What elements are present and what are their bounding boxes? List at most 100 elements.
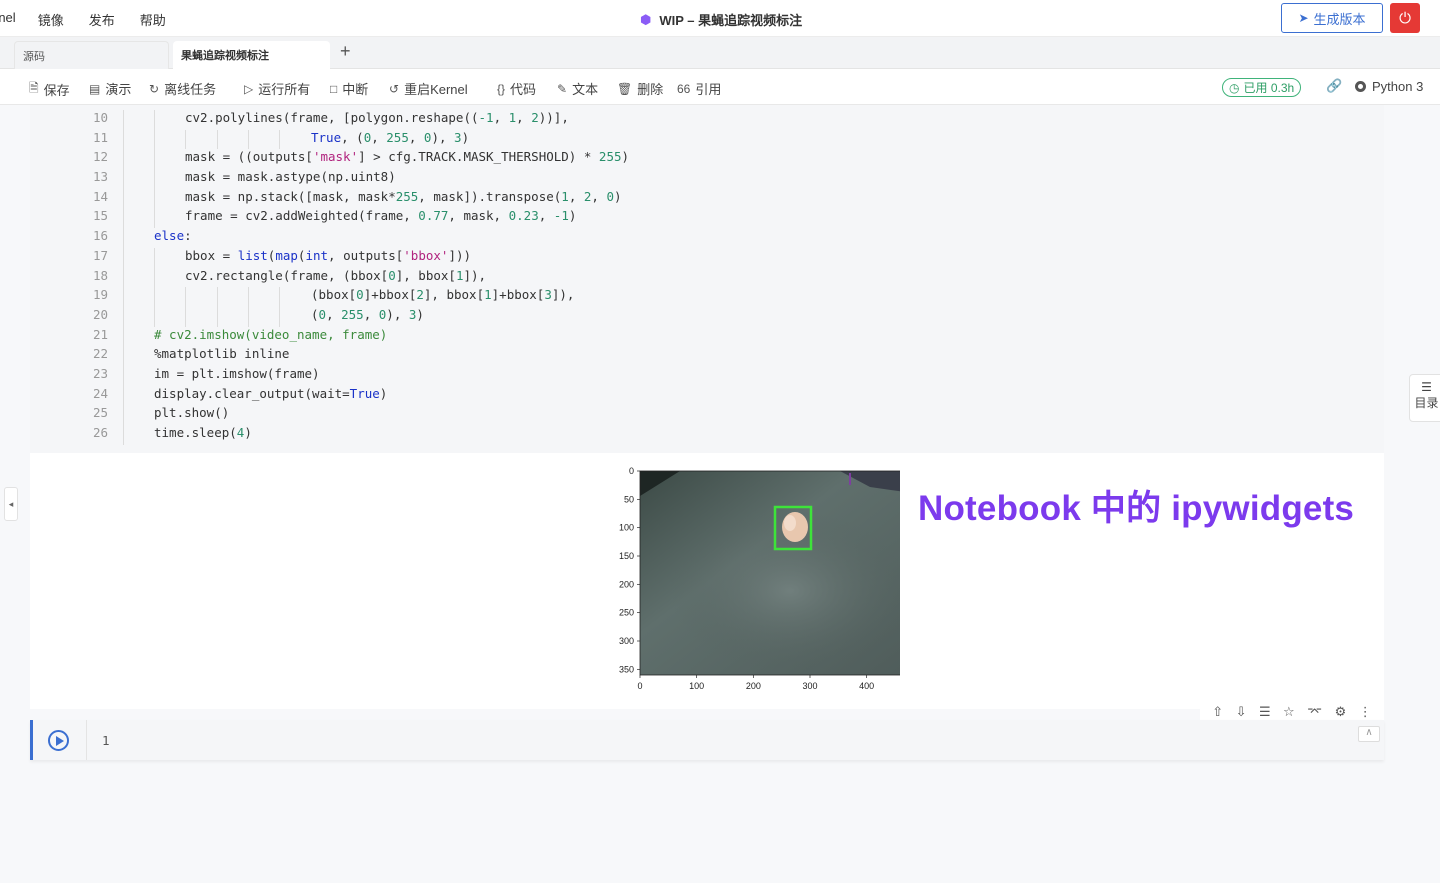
share-icon[interactable]: ⌤ bbox=[1307, 704, 1322, 720]
code-text: mask = mask.astype(np.uint8) bbox=[185, 169, 396, 185]
cite-label: 引用 bbox=[695, 82, 722, 97]
code-text: frame = cv2.addWeighted(frame, 0.77, mas… bbox=[185, 208, 577, 224]
code-line[interactable]: 15 frame = cv2.addWeighted(frame, 0.77, m… bbox=[30, 208, 1384, 229]
y-tick-label: 300 bbox=[619, 636, 634, 646]
line-number: 10 bbox=[92, 110, 108, 125]
power-button[interactable]: ⏻ bbox=[1390, 3, 1420, 33]
indent-guide bbox=[123, 346, 124, 366]
code-line[interactable]: 24 display.clear_output(wait=True) bbox=[30, 385, 1384, 406]
run-all-button[interactable]: ▷ 运行所有 bbox=[244, 79, 310, 98]
indent-guide bbox=[123, 188, 124, 209]
code-line[interactable]: 10 cv2.polylines(frame, [polygon.reshape(… bbox=[30, 110, 1384, 130]
code-line[interactable]: 16 else: bbox=[30, 228, 1384, 248]
list-icon: ☰ bbox=[1421, 380, 1432, 394]
y-tick-label: 350 bbox=[619, 664, 634, 674]
move-up-icon[interactable]: ⇧ bbox=[1212, 704, 1223, 720]
kernel-status[interactable]: Python 3 bbox=[1355, 79, 1423, 94]
text-label: 文本 bbox=[572, 82, 599, 97]
code-line[interactable]: 11 True, (0, 255, 0), 3) bbox=[30, 129, 1384, 150]
stop-icon: □ bbox=[330, 81, 338, 96]
x-tick-label: 200 bbox=[746, 681, 761, 691]
restart-kernel-button[interactable]: ↺ 重启Kernel bbox=[389, 79, 468, 98]
line-number: 26 bbox=[92, 425, 108, 440]
code-editor[interactable]: 10 cv2.polylines(frame, [polygon.reshape(… bbox=[30, 110, 1384, 445]
add-tab-button[interactable]: + bbox=[340, 41, 351, 62]
code-line[interactable]: 19 (bbox[0]+bbox[2], bbox[1]+bbox[3]), bbox=[30, 287, 1384, 307]
settings-gear-icon[interactable]: ⚙ bbox=[1335, 704, 1347, 720]
tab-source[interactable]: 源码 bbox=[14, 41, 169, 69]
indent-guide bbox=[123, 110, 124, 130]
menu-help[interactable]: 帮助 bbox=[140, 10, 166, 29]
code-line[interactable]: 14 mask = np.stack([mask, mask*255, mask]… bbox=[30, 188, 1384, 209]
code-line[interactable]: 12 mask = ((outputs['mask'] > cfg.TRACK.M… bbox=[30, 149, 1384, 170]
move-down-icon[interactable]: ⇩ bbox=[1236, 704, 1247, 720]
run-cell-icon[interactable] bbox=[48, 730, 69, 751]
indent-guide bbox=[248, 306, 249, 327]
matplotlib-figure: 0501001502002503003500 100 200 300 400 bbox=[619, 466, 900, 691]
tab-notebook[interactable]: 果蝇追踪视频标注 bbox=[173, 41, 330, 69]
y-tick-label: 50 bbox=[624, 494, 634, 504]
code-line[interactable]: 25 plt.show() bbox=[30, 405, 1384, 425]
indent-guide bbox=[154, 188, 155, 209]
code-cell-button[interactable]: {} 代码 bbox=[497, 79, 536, 98]
usage-badge: ◷ 已用 0.3h bbox=[1222, 78, 1302, 97]
cube-logo-icon: ⬢ bbox=[640, 11, 652, 27]
text-cell-button[interactable]: ✎ 文本 bbox=[557, 79, 598, 98]
indent-guide bbox=[123, 306, 124, 327]
menu-publish[interactable]: 发布 bbox=[89, 10, 115, 29]
code-line[interactable]: 23 im = plt.imshow(frame) bbox=[30, 365, 1384, 386]
line-number: 23 bbox=[92, 365, 108, 381]
code-line[interactable]: 18 cv2.rectangle(frame, (bbox[0], bbox[1]… bbox=[30, 267, 1384, 288]
indent-guide bbox=[154, 149, 155, 170]
code-line[interactable]: 26 time.sleep(4) bbox=[30, 425, 1384, 445]
code-line[interactable]: 22 %matplotlib inline bbox=[30, 346, 1384, 366]
toc-button[interactable]: ☰ 目录 bbox=[1409, 374, 1440, 422]
indent-icon[interactable]: ☰ bbox=[1259, 704, 1271, 720]
line-number: 12 bbox=[92, 149, 108, 165]
menu-bar: rnel 镜像 发布 帮助 ⬢ WIP – 果蝇追踪视频标注 ➤ 生成版本 ⏻ bbox=[0, 0, 1440, 37]
present-button[interactable]: ▤ 演示 bbox=[89, 79, 131, 98]
left-panel-toggle-icon[interactable]: ◂ bbox=[4, 487, 18, 521]
code-cell[interactable]: 10 cv2.polylines(frame, [polygon.reshape(… bbox=[30, 105, 1384, 453]
indent-guide bbox=[154, 306, 155, 327]
indent-guide bbox=[123, 365, 124, 386]
delete-label: 删除 bbox=[637, 82, 664, 97]
play-icon: ▷ bbox=[244, 81, 254, 96]
code-line[interactable]: 13 mask = mask.astype(np.uint8) bbox=[30, 169, 1384, 189]
code-line[interactable]: 20 (0, 255, 0), 3) bbox=[30, 306, 1384, 327]
restart-icon: ↺ bbox=[389, 81, 400, 96]
more-icon[interactable]: ⋮ bbox=[1359, 704, 1372, 720]
output-cell: 0 50 100 150 200 250 300 350 0 100 200 300 400 Noteb… bbox=[30, 453, 1384, 709]
menu-image[interactable]: 镜像 bbox=[38, 10, 64, 29]
tab-notebook-label: 果蝇追踪视频标注 bbox=[181, 50, 269, 62]
code-line[interactable]: 21 # cv2.imshow(video_name, frame) bbox=[30, 326, 1384, 347]
indent-guide bbox=[217, 129, 218, 150]
collapse-icon[interactable]: ∧ bbox=[1358, 726, 1380, 742]
notebook-toolbar: 🗎 保存 ▤ 演示 ↻ 离线任务 ▷ 运行所有 □ 中断 ↺ 重启Kernel {} 代码 ✎… bbox=[0, 69, 1440, 105]
generate-version-button[interactable]: ➤ 生成版本 bbox=[1281, 3, 1383, 33]
delete-button[interactable]: 🗑 删除 bbox=[617, 79, 663, 98]
indent-guide bbox=[279, 287, 280, 307]
indent-guide bbox=[123, 129, 124, 150]
interrupt-label: 中断 bbox=[342, 82, 369, 97]
code-text: else: bbox=[154, 228, 192, 244]
indent-guide bbox=[154, 110, 155, 130]
link-icon[interactable]: 🔗 bbox=[1326, 78, 1342, 94]
code-line[interactable]: 17 bbox = list(map(int, outputs['bbox'])) bbox=[30, 247, 1384, 268]
offline-task-button[interactable]: ↻ 离线任务 bbox=[149, 79, 216, 98]
star-icon[interactable]: ☆ bbox=[1283, 704, 1295, 720]
indent-guide bbox=[123, 149, 124, 170]
presentation-icon: ▤ bbox=[89, 81, 101, 96]
menu-items: rnel 镜像 发布 帮助 bbox=[0, 10, 191, 29]
code-text: im = plt.imshow(frame) bbox=[154, 365, 320, 381]
indent-guide bbox=[154, 169, 155, 189]
save-label: 保存 bbox=[43, 83, 70, 98]
save-button[interactable]: 🗎 保存 bbox=[29, 79, 70, 100]
cite-button[interactable]: 66 引用 bbox=[677, 79, 721, 98]
indent-guide bbox=[154, 267, 155, 288]
restart-label: 重启Kernel bbox=[404, 82, 468, 97]
kernel-status-icon bbox=[1355, 81, 1366, 92]
menu-kernel[interactable]: rnel bbox=[0, 10, 16, 29]
empty-code-cell[interactable]: 1 ∧ bbox=[30, 720, 1384, 760]
interrupt-button[interactable]: □ 中断 bbox=[330, 79, 368, 98]
